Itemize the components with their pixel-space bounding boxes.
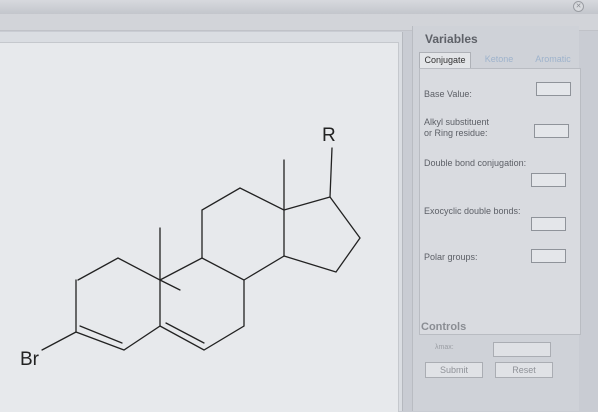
lmax-output: [493, 342, 551, 357]
controls-title: Controls: [421, 321, 467, 333]
alkyl-label-line1: Alkyl substituent: [424, 117, 490, 127]
tab-ketone[interactable]: Ketone: [473, 52, 525, 67]
close-icon[interactable]: ✕: [573, 1, 584, 12]
base-value-label: Base Value:: [424, 89, 472, 99]
ring-b: [159, 257, 245, 351]
exocyclic-label: Exocyclic double bonds:: [424, 206, 521, 216]
variables-panel: Variables Conjugate Ketone Aromatic Base…: [412, 26, 581, 411]
hydrogen-c9: [159, 279, 181, 291]
bond-to-br: [41, 331, 77, 351]
title-bar: ✕: [0, 0, 598, 15]
polar-groups-label: Polar groups:: [424, 252, 478, 262]
ring-c: [201, 187, 285, 281]
polar-groups-input[interactable]: [531, 249, 566, 263]
alkyl-substituent-input[interactable]: [534, 124, 569, 138]
reset-button[interactable]: Reset: [495, 362, 553, 378]
alkyl-label-line2: or Ring residue:: [424, 128, 488, 138]
panel-title: Variables: [425, 32, 478, 46]
conjugate-tab-content: Base Value: Alkyl substituent or Ring re…: [419, 68, 581, 335]
tab-conjugate[interactable]: Conjugate: [419, 52, 471, 68]
tab-bar: Conjugate Ketone Aromatic: [419, 52, 579, 68]
steroid-structure: R Br: [20, 125, 361, 370]
double-bond-a: [79, 325, 123, 344]
double-bond-input[interactable]: [531, 173, 566, 187]
tab-aromatic[interactable]: Aromatic: [527, 52, 579, 67]
ring-a: [75, 257, 161, 351]
double-bond-label: Double bond conjugation:: [424, 158, 527, 168]
lmax-label: λmax:: [435, 344, 454, 351]
ring-d: [283, 196, 361, 273]
atom-label-br: Br: [20, 349, 40, 370]
base-value-input[interactable]: [536, 82, 571, 96]
atom-label-r: R: [322, 125, 336, 146]
bond-to-r: [329, 147, 333, 198]
submit-button[interactable]: Submit: [425, 362, 483, 378]
exocyclic-input[interactable]: [531, 217, 566, 231]
molecule-canvas[interactable]: R Br: [0, 32, 403, 412]
